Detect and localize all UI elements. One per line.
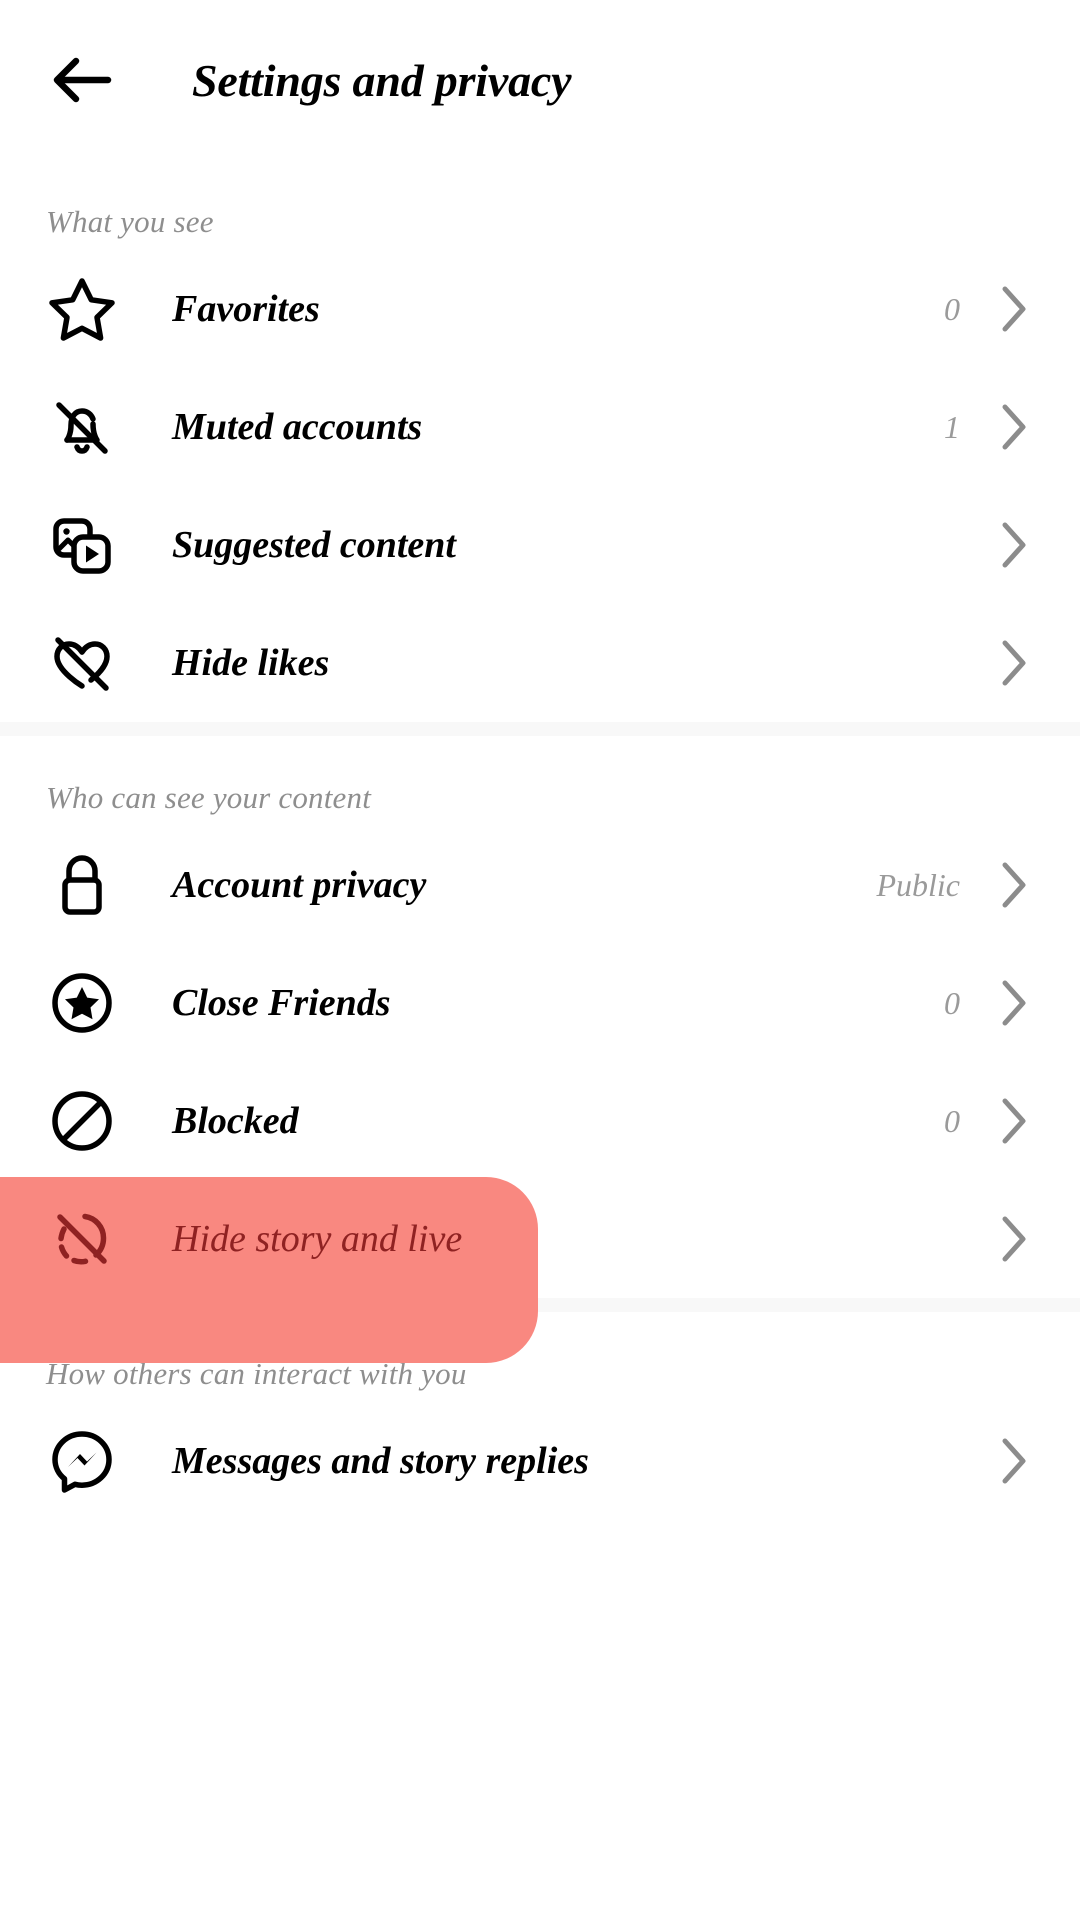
row-label: Suggested content bbox=[172, 523, 960, 567]
lock-icon bbox=[46, 849, 118, 921]
chevron-right-icon bbox=[994, 403, 1034, 451]
section-divider bbox=[0, 722, 1080, 736]
row-value: Public bbox=[876, 867, 960, 904]
star-outline-icon bbox=[46, 273, 118, 345]
section-title: What you see bbox=[0, 160, 1080, 250]
chevron-right-icon bbox=[994, 285, 1034, 333]
story-ring-slash-icon bbox=[46, 1203, 118, 1275]
row-label: Messages and story replies bbox=[172, 1439, 960, 1483]
circle-slash-icon bbox=[46, 1085, 118, 1157]
row-blocked[interactable]: Blocked 0 bbox=[0, 1062, 1080, 1180]
arrow-left-icon bbox=[46, 44, 118, 116]
section-who-can-see-your-content: Who can see your content Account privacy… bbox=[0, 736, 1080, 1298]
row-messages-and-story-replies[interactable]: Messages and story replies bbox=[0, 1402, 1080, 1520]
row-favorites[interactable]: Favorites 0 bbox=[0, 250, 1080, 368]
row-label: Hide story and live bbox=[172, 1217, 960, 1261]
back-button[interactable] bbox=[46, 37, 132, 123]
row-account-privacy[interactable]: Account privacy Public bbox=[0, 826, 1080, 944]
bell-slash-icon bbox=[46, 391, 118, 463]
chevron-right-icon bbox=[994, 521, 1034, 569]
chevron-right-icon bbox=[994, 639, 1034, 687]
row-suggested-content[interactable]: Suggested content bbox=[0, 486, 1080, 604]
section-title: Who can see your content bbox=[0, 736, 1080, 826]
messenger-icon bbox=[46, 1425, 118, 1497]
chevron-right-icon bbox=[994, 861, 1034, 909]
row-label: Favorites bbox=[172, 287, 944, 331]
row-muted-accounts[interactable]: Muted accounts 1 bbox=[0, 368, 1080, 486]
page-header: Settings and privacy bbox=[0, 0, 1080, 160]
row-hide-story-and-live[interactable]: Hide story and live bbox=[0, 1180, 1080, 1298]
row-value: 1 bbox=[944, 409, 960, 446]
row-label: Account privacy bbox=[172, 863, 876, 907]
chevron-right-icon bbox=[994, 1437, 1034, 1485]
photo-video-stack-icon bbox=[46, 509, 118, 581]
row-value: 0 bbox=[944, 1103, 960, 1140]
heart-slash-icon bbox=[46, 627, 118, 699]
chevron-right-icon bbox=[994, 979, 1034, 1027]
row-value: 0 bbox=[944, 291, 960, 328]
row-value: 0 bbox=[944, 985, 960, 1022]
page-title: Settings and privacy bbox=[192, 54, 571, 107]
star-in-circle-icon bbox=[46, 967, 118, 1039]
row-hide-likes[interactable]: Hide likes bbox=[0, 604, 1080, 722]
row-label: Hide likes bbox=[172, 641, 960, 685]
chevron-right-icon bbox=[994, 1215, 1034, 1263]
section-what-you-see: What you see Favorites 0 Muted accounts … bbox=[0, 160, 1080, 722]
chevron-right-icon bbox=[994, 1097, 1034, 1145]
row-label: Blocked bbox=[172, 1099, 944, 1143]
row-label: Muted accounts bbox=[172, 405, 944, 449]
row-label: Close Friends bbox=[172, 981, 944, 1025]
row-close-friends[interactable]: Close Friends 0 bbox=[0, 944, 1080, 1062]
